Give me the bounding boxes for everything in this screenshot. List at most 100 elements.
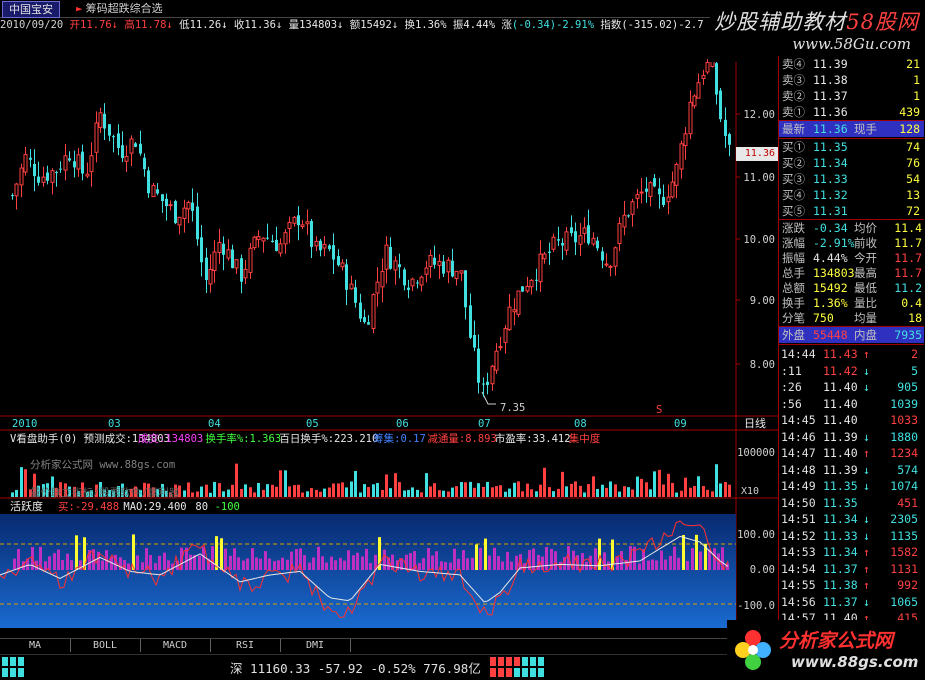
candle-body xyxy=(658,188,661,195)
volume-bar xyxy=(667,473,670,497)
candle-body xyxy=(81,151,84,174)
volume-bar xyxy=(535,491,538,497)
tick-row: 14:49 11.35 ↓ 1074 xyxy=(779,478,924,495)
candle-body xyxy=(256,236,261,241)
volume-bar xyxy=(662,484,665,497)
tick-time: 14:46 xyxy=(781,429,816,444)
tick-volume: 1582 xyxy=(890,545,918,559)
volume-bar xyxy=(381,490,384,497)
candle-body xyxy=(464,270,467,308)
candle-body xyxy=(424,267,429,275)
tick-time: 14:52 xyxy=(781,528,816,543)
candle-body xyxy=(507,306,512,331)
tick-row: 14:53 11.34 ↑ 1582 xyxy=(779,544,924,561)
candle-body xyxy=(403,269,406,286)
candle-body xyxy=(46,172,49,181)
activity-bar xyxy=(255,557,258,570)
volume-bar xyxy=(579,485,582,497)
candle-body xyxy=(627,215,630,217)
volume-bar xyxy=(403,490,406,497)
tick-time: 14:44 xyxy=(781,347,816,361)
volume-bar xyxy=(477,483,480,497)
activity-header-item: MAO:29.400 xyxy=(123,501,186,513)
indicator-tab-ma[interactable]: MA xyxy=(0,639,71,652)
volume-bar xyxy=(205,484,208,497)
candle-body xyxy=(186,202,191,210)
info-close: 11.36 xyxy=(244,19,276,31)
volume-bar xyxy=(561,471,564,497)
activity-bar xyxy=(233,548,236,570)
candle-body xyxy=(380,271,385,288)
sell-row: 卖③ 11.38 1 xyxy=(779,72,924,88)
buy-label: 买① xyxy=(782,140,805,154)
candle-body xyxy=(564,231,569,251)
volume-bar xyxy=(627,487,630,497)
activity-bar xyxy=(669,555,672,570)
indicator-tab-boll[interactable]: BOLL xyxy=(70,639,141,652)
divider xyxy=(779,344,924,345)
volume-bar xyxy=(689,487,692,497)
candle-body xyxy=(692,95,697,107)
stat-value2: 11.4 xyxy=(894,221,922,235)
volume-bar xyxy=(486,481,489,497)
volume-watermark: 分析家公式网 www.88gs.com xyxy=(30,458,175,471)
volume-bar xyxy=(706,489,709,497)
volume-bar xyxy=(209,492,212,497)
volume-bar xyxy=(658,469,661,497)
candle-body xyxy=(196,206,199,240)
activity-bar xyxy=(334,560,337,570)
activity-bar xyxy=(369,563,372,570)
tick-arrow: ↓ xyxy=(863,512,870,526)
stat-label2: 量比 xyxy=(854,296,877,310)
buy-label: 买⑤ xyxy=(782,204,805,218)
indicator-tab-macd[interactable]: MACD xyxy=(140,639,211,652)
buy-price: 11.31 xyxy=(813,204,848,218)
indicator-tab-rsi[interactable]: RSI xyxy=(210,639,281,652)
activity-bar xyxy=(281,557,284,570)
chart-area[interactable]: 13.2012.0011.0010.009.008.007.35S2010030… xyxy=(0,32,778,638)
buy-row: 买④ 11.32 13 xyxy=(779,187,924,203)
volume-bar xyxy=(350,481,353,497)
x-axis-label: 09 xyxy=(674,418,687,430)
sell-volume: 21 xyxy=(906,57,920,71)
latest-row: 最新 11.36 现手 128 xyxy=(779,121,924,137)
volume-bar xyxy=(715,464,718,497)
candle-body xyxy=(662,196,665,205)
activity-bar xyxy=(365,548,368,570)
volume-bar xyxy=(570,483,573,497)
activity-bar xyxy=(682,534,685,570)
buy-volume: 54 xyxy=(906,172,920,186)
candle-body xyxy=(322,243,327,249)
tick-volume: 905 xyxy=(897,380,918,394)
candle-body xyxy=(248,247,253,273)
candle-body xyxy=(68,158,71,161)
candle-body xyxy=(94,122,99,153)
volume-bar xyxy=(332,483,335,497)
candle-body xyxy=(287,221,292,229)
watermark-title-b: 58股网 xyxy=(846,10,919,34)
tick-time: 14:50 xyxy=(781,495,816,510)
activity-bar xyxy=(361,556,364,570)
volume-bar xyxy=(389,488,392,497)
tab-stock[interactable]: 中国宝安 xyxy=(2,1,60,18)
activity-bar xyxy=(383,549,386,570)
tick-row: 14:47 11.40 ↑ 1234 xyxy=(779,445,924,462)
stat-value2: 11.7 xyxy=(894,236,922,250)
candle-body xyxy=(521,286,524,292)
indicator-tab-dmi[interactable]: DMI xyxy=(280,639,351,652)
tick-time: 14:49 xyxy=(781,479,816,493)
activity-bar xyxy=(620,551,623,570)
volume-bar xyxy=(244,484,247,497)
candle-body xyxy=(503,328,508,343)
tick-row: 14:55 11.38 ↑ 992 xyxy=(779,577,924,594)
stat-label2: 最低 xyxy=(854,281,877,295)
stat-value2: 11.7 xyxy=(894,266,922,280)
candle-body xyxy=(37,176,40,183)
candle-body xyxy=(297,215,300,226)
activity-bar xyxy=(422,558,425,570)
activity-bar xyxy=(317,546,320,570)
volume-bar xyxy=(385,474,388,497)
status-market: 深 xyxy=(230,661,243,676)
tab-indicator[interactable]: ► 筹码超跌综合选 xyxy=(70,1,169,16)
x-axis-label: 06 xyxy=(396,418,409,430)
